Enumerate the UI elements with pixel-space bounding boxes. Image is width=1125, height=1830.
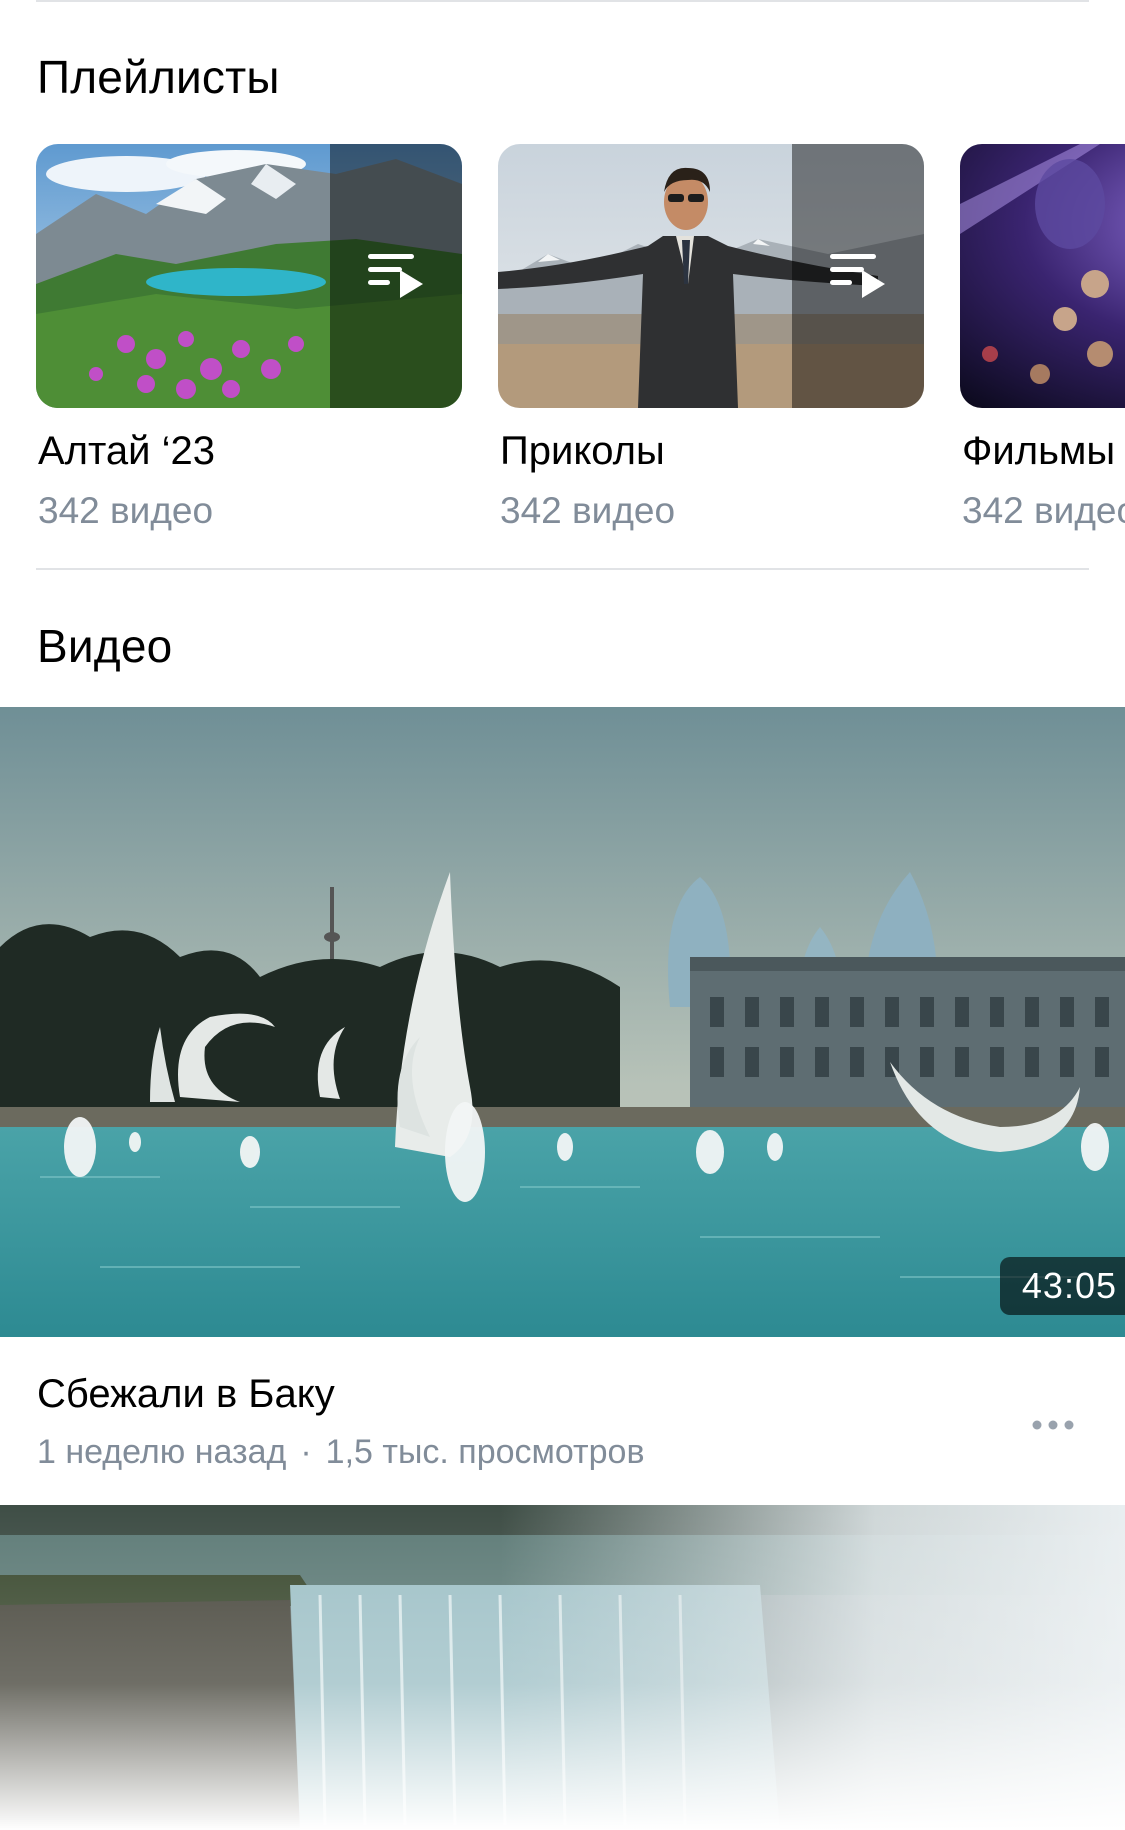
- waterfall-image: [0, 1505, 1125, 1830]
- top-divider: [36, 0, 1089, 2]
- video-title[interactable]: Сбежали в Баку: [37, 1372, 335, 1417]
- more-options-button[interactable]: [1030, 1405, 1076, 1445]
- video-thumbnail-2[interactable]: [0, 1505, 1125, 1830]
- playlist-card-filmy[interactable]: Фильмы 342 видео: [960, 144, 1125, 531]
- playlist-video-count: 342 видео: [962, 490, 1125, 531]
- video-views: 1,5 тыс. просмотров: [325, 1433, 645, 1471]
- playlist-video-count: 342 видео: [38, 490, 214, 531]
- video-thumbnail[interactable]: 43:05: [0, 707, 1125, 1337]
- playlist-thumbnail[interactable]: [960, 144, 1125, 408]
- playlists-carousel[interactable]: Алтай ‘23 342 видео Приколы 342 видео Фи…: [36, 144, 1125, 564]
- baku-fountain-image: [0, 707, 1125, 1337]
- playlist-title[interactable]: Приколы: [500, 429, 665, 474]
- section-divider: [36, 568, 1089, 570]
- playlist-card-prikoly[interactable]: Приколы 342 видео: [498, 144, 924, 531]
- video-age: 1 неделю назад: [37, 1433, 287, 1471]
- video-duration-badge: 43:05: [999, 1257, 1125, 1315]
- playlist-title[interactable]: Фильмы: [962, 429, 1115, 474]
- playlist-title[interactable]: Алтай ‘23: [38, 429, 215, 474]
- playlist-video-count: 342 видео: [500, 490, 676, 531]
- playlist-thumbnail[interactable]: [498, 144, 924, 408]
- playlist-overlay: [330, 144, 462, 408]
- movie-poster-image: [960, 144, 1125, 408]
- playlist-card-altai[interactable]: Алтай ‘23 342 видео: [36, 144, 462, 531]
- playlist-play-icon: [368, 254, 423, 298]
- playlist-thumbnail[interactable]: [36, 144, 462, 408]
- playlist-play-icon: [830, 254, 885, 298]
- more-horizontal-icon: [1032, 1420, 1074, 1430]
- video-meta: 1 неделю назад · 1,5 тыс. просмотров: [37, 1433, 645, 1472]
- playlist-overlay: [792, 144, 924, 408]
- playlists-title: Плейлисты: [37, 51, 280, 103]
- meta-separator: ·: [300, 1433, 312, 1471]
- videos-title: Видео: [37, 620, 173, 672]
